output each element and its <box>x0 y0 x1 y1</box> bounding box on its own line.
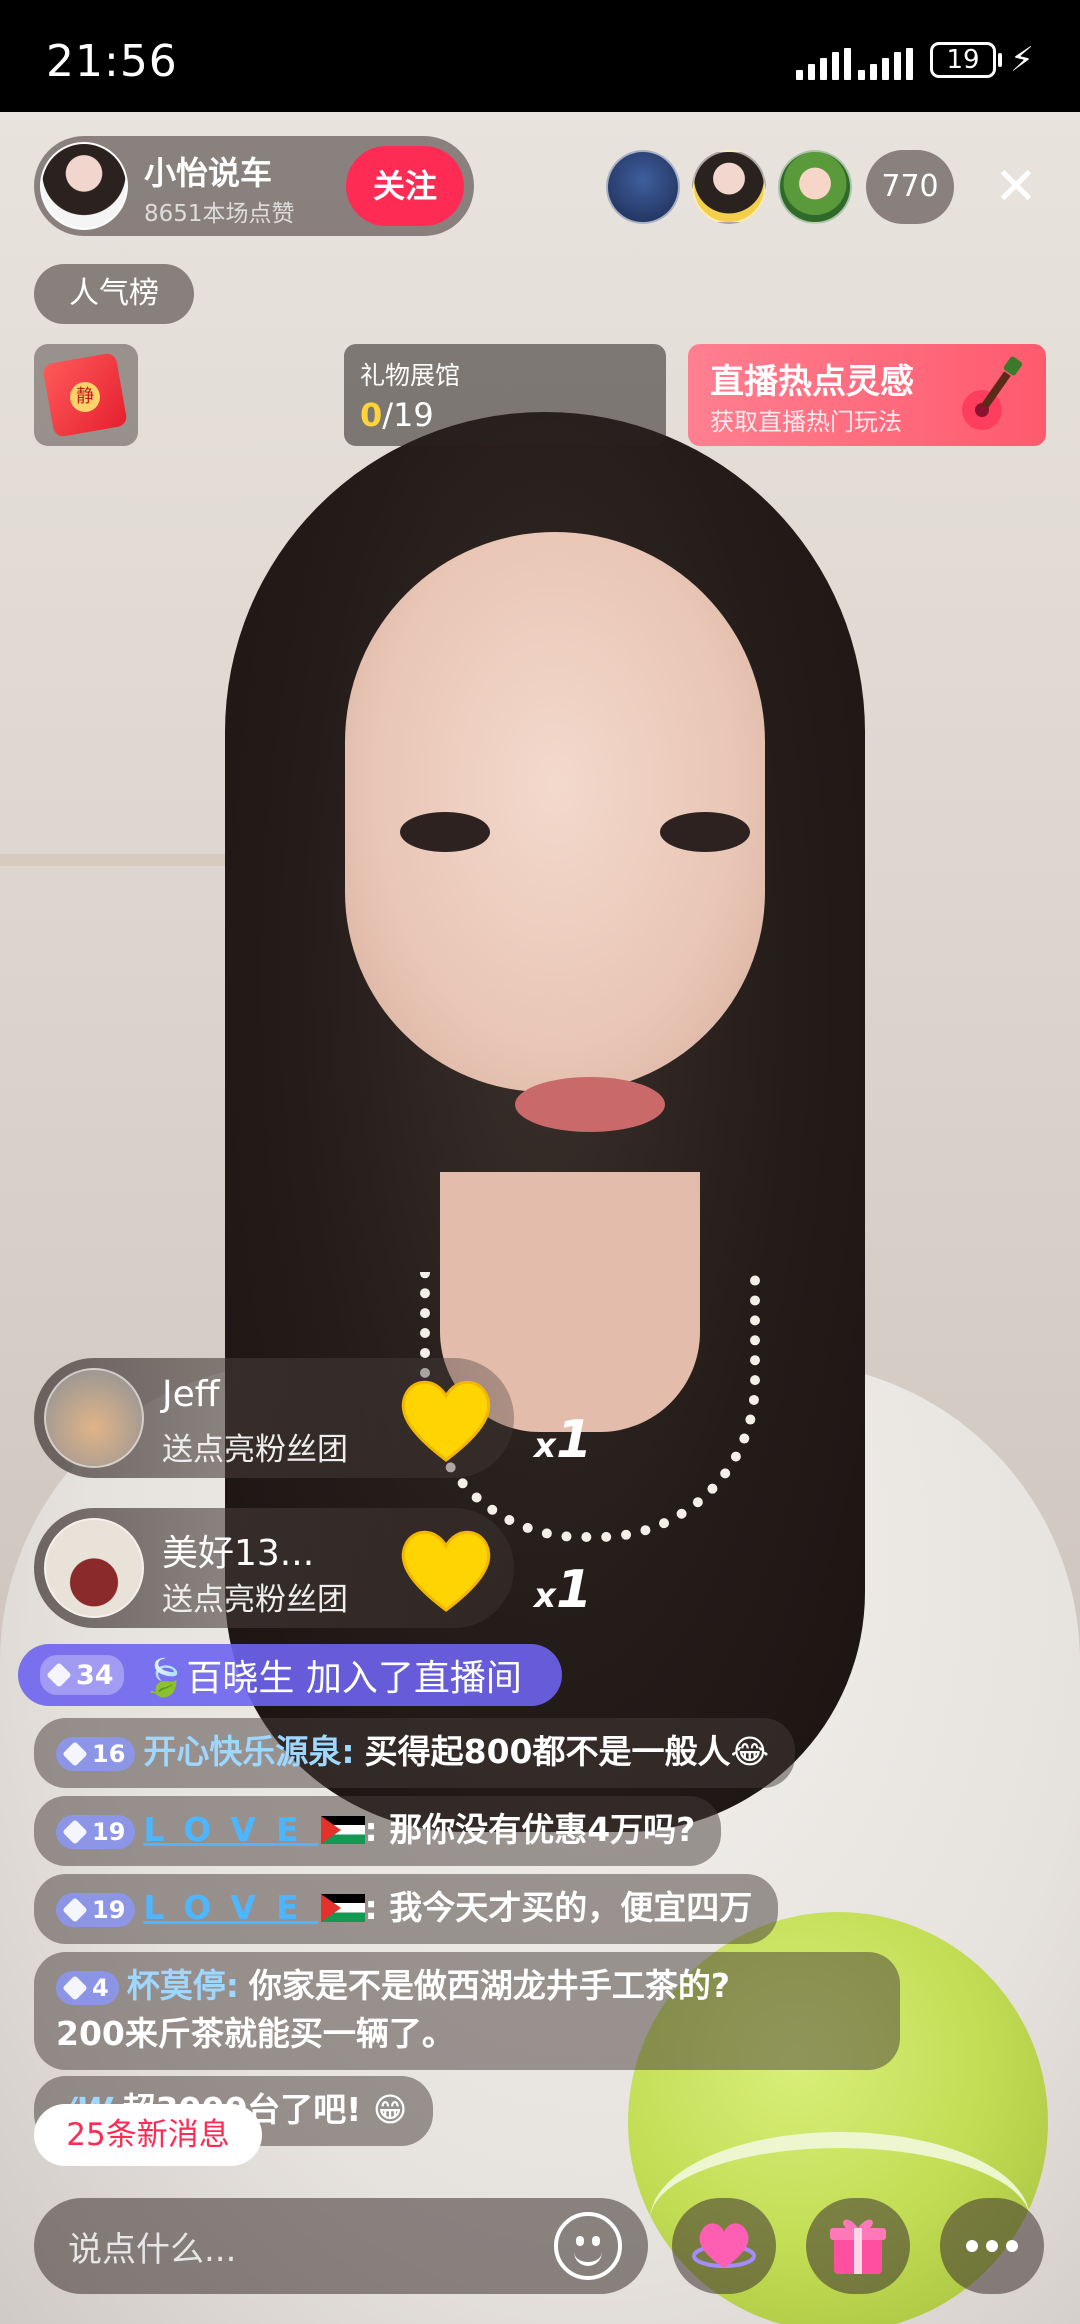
palestine-flag-icon <box>320 1816 365 1844</box>
red-envelope-button[interactable]: 静 <box>34 344 138 446</box>
yellow-heart-icon <box>401 1380 491 1462</box>
gift-icon <box>830 2219 886 2274</box>
yellow-heart-icon <box>401 1530 491 1612</box>
user-level-badge: 4 <box>56 1971 119 2005</box>
gift-notification: Jeff 送点亮粉丝团 <box>34 1358 514 1478</box>
gift-button[interactable] <box>806 2198 910 2294</box>
viewer-avatar[interactable] <box>692 150 766 224</box>
guitar-icon <box>962 356 1023 430</box>
new-messages-button[interactable]: 25条新消息 <box>34 2104 262 2166</box>
join-message: 34 🍃百晓生 加入了直播间 <box>18 1644 562 1706</box>
gift-hall-card[interactable]: 礼物展馆 0/19 <box>344 344 666 446</box>
palestine-flag-icon <box>320 1894 365 1922</box>
comment-text: : 我今天才买的，便宜四万 <box>364 1888 753 1927</box>
gifter-avatar[interactable] <box>44 1518 144 1618</box>
viewer-count[interactable]: 770 <box>866 150 954 224</box>
host-name: 小怡说车 <box>144 154 273 192</box>
status-time: 21:56 <box>46 36 178 87</box>
gift-action: 送点亮粉丝团 <box>162 1582 348 1618</box>
comment-text: 你家是不是做西湖龙井手工茶的? <box>248 1966 731 2005</box>
comment-username[interactable]: 杯莫停: <box>127 1966 239 2005</box>
more-button[interactable] <box>940 2198 1044 2294</box>
chat-comment[interactable]: 19 LOVE : 那你没有优惠4万吗? <box>34 1796 722 1866</box>
gift-count: x1 <box>534 1560 593 1620</box>
red-envelope-seal: 静 <box>70 382 100 412</box>
charging-icon: ⚡ <box>1010 40 1034 80</box>
comment-username[interactable]: 开心快乐源泉: <box>143 1732 354 1771</box>
gift-hall-title: 礼物展馆 <box>360 361 461 390</box>
user-level-badge: 16 <box>56 1737 136 1771</box>
host-likes: 8651本场点赞 <box>144 201 295 227</box>
hot-card-subtitle: 获取直播热门玩法 <box>710 408 902 436</box>
emoji-icon[interactable] <box>554 2212 622 2280</box>
user-level-badge: 19 <box>56 1815 136 1849</box>
chat-comment[interactable]: 4 杯莫停: 你家是不是做西湖龙井手工茶的? 200来斤茶就能买一辆了。 <box>34 1952 900 2070</box>
gift-hall-progress: 0/19 <box>360 396 434 434</box>
viewer-avatar[interactable] <box>606 150 680 224</box>
host-info[interactable]: 小怡说车 8651本场点赞 关注 <box>34 136 474 236</box>
gifter-name: Jeff <box>162 1374 220 1415</box>
more-icon <box>966 2240 1018 2252</box>
comment-text: 买得起800都不是一般人😂 <box>364 1732 770 1771</box>
comment-text-line2: 200来斤茶就能买一辆了。 <box>56 2014 455 2053</box>
gifter-avatar[interactable] <box>44 1368 144 1468</box>
comment-username[interactable]: LOVE <box>143 1888 318 1927</box>
host-avatar[interactable] <box>40 142 128 230</box>
status-bar: 21:56 19 ⚡ <box>0 0 1080 112</box>
signal-2-icon <box>858 48 913 80</box>
viewer-avatar[interactable] <box>778 150 852 224</box>
join-text: 🍃百晓生 加入了直播间 <box>141 1658 522 1699</box>
battery-icon: 19 <box>930 42 996 78</box>
user-level-badge: 34 <box>40 1655 124 1695</box>
chat-comment[interactable]: 16 开心快乐源泉: 买得起800都不是一般人😂 <box>34 1718 796 1788</box>
gift-notification: 美好13... 送点亮粉丝团 <box>34 1508 514 1628</box>
gift-action: 送点亮粉丝团 <box>162 1432 348 1468</box>
close-icon[interactable]: ✕ <box>988 150 1044 224</box>
follow-button[interactable]: 关注 <box>346 146 464 226</box>
user-level-badge: 19 <box>56 1893 136 1927</box>
chat-comment[interactable]: 19 LOVE : 我今天才买的，便宜四万 <box>34 1874 779 1944</box>
comment-text: : 那你没有优惠4万吗? <box>364 1810 696 1849</box>
comment-username[interactable]: LOVE <box>143 1810 318 1849</box>
heart-planet-icon <box>692 2223 756 2268</box>
gifter-name: 美好13... <box>162 1533 315 1574</box>
live-hot-inspiration-card[interactable]: 直播热点灵感 获取直播热门玩法 <box>688 344 1046 446</box>
interaction-button[interactable] <box>672 2198 776 2294</box>
comment-input-placeholder: 说点什么... <box>68 2230 237 2270</box>
popularity-rank-button[interactable]: 人气榜 <box>34 264 194 324</box>
gift-count: x1 <box>534 1410 593 1470</box>
hot-card-title: 直播热点灵感 <box>710 362 914 402</box>
signal-icon <box>796 48 851 80</box>
comment-input[interactable]: 说点什么... <box>34 2198 648 2294</box>
